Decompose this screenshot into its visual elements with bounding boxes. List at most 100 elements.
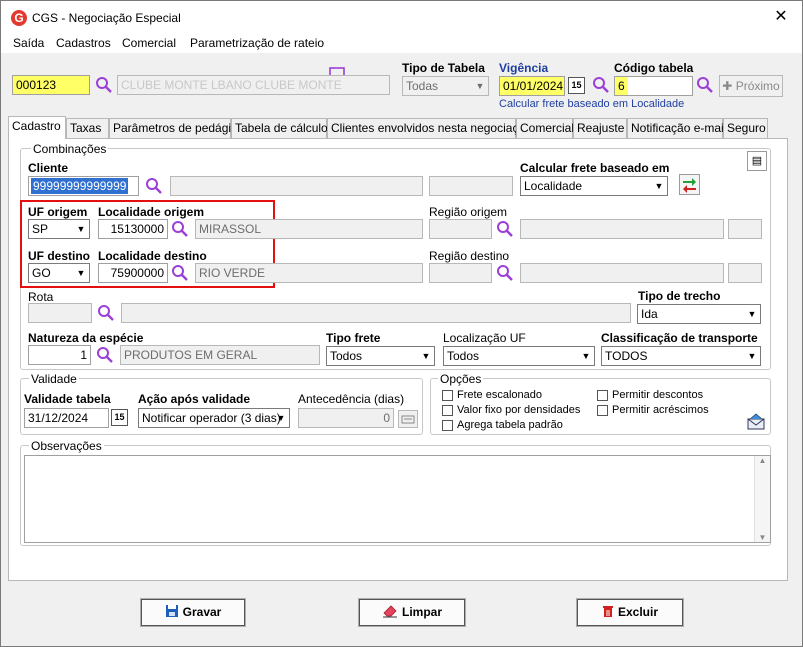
localizacao-uf-label: Localização UF	[443, 331, 526, 345]
tab-seguro[interactable]: Seguro	[723, 118, 768, 139]
tipo-frete-label: Tipo frete	[326, 331, 381, 345]
search-icon[interactable]	[96, 346, 114, 364]
rota-code	[28, 303, 92, 323]
rota-name	[121, 303, 631, 323]
localidade-origem-name: MIRASSOL	[195, 219, 423, 239]
regiao-origem-code	[429, 219, 492, 239]
natureza-code[interactable]: 1	[28, 345, 91, 365]
search-icon[interactable]	[496, 220, 514, 238]
trash-icon	[602, 602, 614, 627]
tab-notificacao-email[interactable]: Notificação e-mail	[627, 118, 726, 139]
validade-tabela-label: Validade tabela	[24, 392, 111, 406]
frete-escalonado-checkbox[interactable]	[442, 390, 453, 401]
calc-frete-link[interactable]: Calcular frete baseado em Localidade	[499, 98, 684, 110]
menu-comercial[interactable]: Comercial	[122, 36, 176, 50]
search-icon[interactable]	[95, 76, 113, 94]
search-icon[interactable]	[496, 264, 514, 282]
opcoes-label: Opções	[438, 372, 484, 386]
observacoes-textarea[interactable]: ▲ ▼	[24, 455, 771, 543]
search-icon[interactable]	[145, 177, 163, 195]
observacoes-label: Observações	[29, 439, 104, 453]
localidade-origem-label: Localidade origem	[98, 205, 205, 219]
calendar-icon[interactable]: 15	[568, 77, 585, 94]
window-title: CGS - Negociação Especial	[32, 11, 181, 25]
cliente-label: Cliente	[28, 161, 69, 175]
search-icon[interactable]	[171, 264, 189, 282]
calc-frete-select[interactable]: Localidade ▼	[520, 176, 668, 196]
regiao-destino-name	[520, 263, 724, 283]
uf-origem-select[interactable]: SP ▼	[28, 219, 90, 239]
valor-fixo-checkbox[interactable]	[442, 405, 453, 416]
acao-validade-select[interactable]: Notificar operador (3 dias) ▼	[138, 408, 290, 428]
valor-fixo-label: Valor fixo por densidades	[457, 404, 581, 416]
cliente-input[interactable]: 99999999999999	[28, 176, 139, 196]
permitir-descontos-checkbox[interactable]	[597, 390, 608, 401]
settings-list-icon[interactable]: ▤	[747, 151, 767, 171]
transfer-arrows-icon[interactable]	[679, 174, 700, 195]
localidade-destino-label: Localidade destino	[98, 249, 207, 263]
menu-parametrizacao[interactable]: Parametrização de rateio	[190, 36, 324, 50]
tab-strip: Cadastro Taxas Parâmetros de pedágio Tab…	[8, 116, 768, 139]
permitir-acrescimos-checkbox[interactable]	[597, 405, 608, 416]
close-icon[interactable]: ✕	[771, 7, 791, 27]
menu-cadastros[interactable]: Cadastros	[56, 36, 111, 50]
company-code-input[interactable]: 000123	[12, 75, 90, 95]
localidade-origem-code[interactable]: 15130000	[98, 219, 168, 239]
eraser-icon	[382, 602, 398, 627]
menu-saida[interactable]: Saída	[13, 36, 44, 50]
uf-destino-select[interactable]: GO ▼	[28, 263, 90, 283]
search-icon[interactable]	[696, 76, 714, 94]
natureza-name: PRODUTOS EM GERAL	[120, 345, 320, 365]
cliente-name-field	[170, 176, 423, 196]
validade-tabela-input[interactable]: 31/12/2024	[24, 408, 109, 428]
agrega-tabela-label: Agrega tabela padrão	[457, 419, 563, 431]
tab-clientes-envolvidos[interactable]: Clientes envolvidos nesta negociação	[327, 118, 532, 139]
save-disk-icon	[165, 602, 179, 627]
rota-label: Rota	[28, 290, 54, 304]
tipo-tabela-label: Tipo de Tabela	[402, 61, 485, 75]
scroll-up-icon[interactable]: ▲	[755, 456, 770, 465]
classificacao-label: Classificação de transporte	[601, 331, 758, 345]
tab-reajuste[interactable]: Reajuste	[573, 118, 627, 139]
scroll-down-icon[interactable]: ▼	[755, 533, 770, 542]
classificacao-select[interactable]: TODOS ▼	[601, 346, 761, 366]
antecedencia-label: Antecedência (dias)	[298, 392, 405, 406]
localizacao-uf-select[interactable]: Todos ▼	[443, 346, 595, 366]
tipo-frete-select[interactable]: Todos ▼	[326, 346, 435, 366]
tab-taxas[interactable]: Taxas	[66, 118, 109, 139]
search-icon[interactable]	[171, 220, 189, 238]
tab-comercial[interactable]: Comercial	[516, 118, 574, 139]
excluir-button[interactable]: Excluir	[576, 598, 684, 627]
regiao-origem-extra	[728, 219, 762, 239]
uf-destino-label: UF destino	[28, 249, 90, 263]
proximo-button[interactable]: ✚ Próximo	[719, 75, 783, 97]
regiao-destino-extra	[728, 263, 762, 283]
tipo-tabela-select[interactable]: Todas ▼	[402, 76, 489, 96]
limpar-button[interactable]: Limpar	[358, 598, 466, 627]
regiao-destino-label: Região destino	[429, 249, 510, 263]
email-envelope-icon[interactable]	[746, 413, 766, 431]
search-icon[interactable]	[97, 304, 115, 322]
localidade-destino-code[interactable]: 75900000	[98, 263, 168, 283]
frete-escalonado-label: Frete escalonado	[457, 389, 542, 401]
permitir-acrescimos-label: Permitir acréscimos	[612, 404, 709, 416]
main-window: G CGS - Negociação Especial ✕ Saída Cada…	[0, 0, 803, 647]
company-name-field: CLUBE MONTE LBANO CLUBE MONTE	[117, 75, 390, 95]
calendar-icon[interactable]: 15	[111, 409, 128, 426]
tab-parametros-pedagio[interactable]: Parâmetros de pedágio	[109, 118, 238, 139]
gravar-button[interactable]: Gravar	[140, 598, 246, 627]
agrega-tabela-checkbox[interactable]	[442, 420, 453, 431]
keyboard-icon[interactable]	[398, 410, 418, 428]
combinacoes-label: Combinações	[31, 142, 109, 156]
title-bar: G CGS - Negociação Especial ✕	[1, 1, 802, 33]
localidade-destino-name: RIO VERDE	[195, 263, 423, 283]
codigo-tabela-label: Código tabela	[614, 61, 694, 75]
vertical-scrollbar[interactable]: ▲ ▼	[754, 456, 770, 542]
tipo-trecho-select[interactable]: Ida ▼	[637, 304, 761, 324]
codigo-tabela-input[interactable]: 6	[614, 76, 693, 96]
tipo-trecho-label: Tipo de trecho	[638, 289, 721, 303]
tab-cadastro[interactable]: Cadastro	[8, 116, 66, 139]
tab-tabela-calculo[interactable]: Tabela de cálculo	[231, 118, 328, 139]
vigencia-input[interactable]: 01/01/2024	[499, 76, 565, 96]
search-icon[interactable]	[592, 76, 610, 94]
